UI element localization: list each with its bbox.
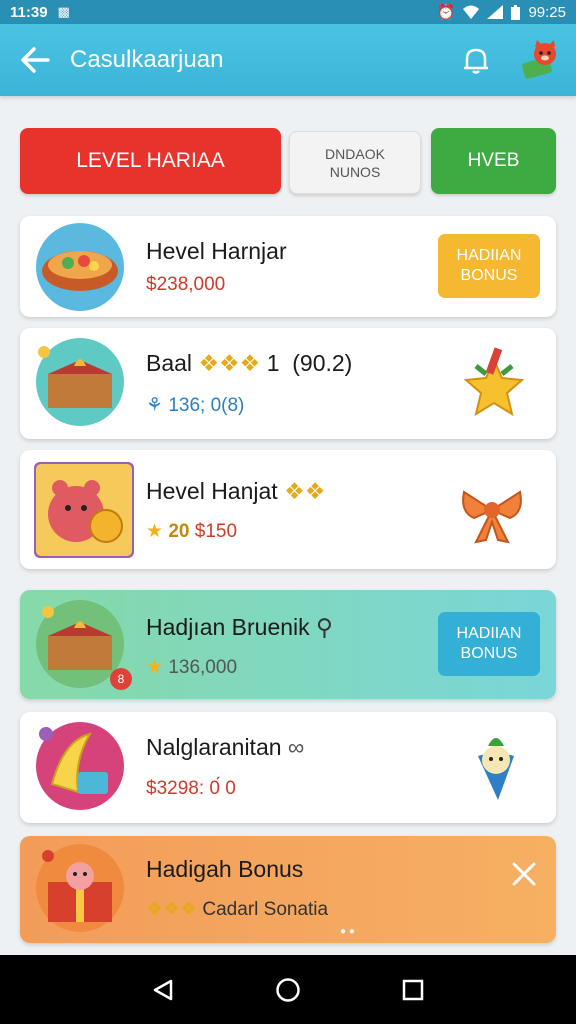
item-title-text: Hevel Hanjat [146,478,278,504]
food-basket-icon [36,223,124,311]
item-stats: ★ 136,000 [146,656,237,679]
gift-box-icon [36,844,124,932]
system-nav-bar [0,955,576,1024]
back-button[interactable] [0,24,70,96]
item-price: $150 [194,521,238,542]
level-badge: 8 [110,668,132,690]
gift-small-icon: ⚘ [146,395,164,416]
tab-hveb[interactable]: HVEB [431,128,556,194]
item-title-text: Nalglaranitan [146,734,282,760]
bell-icon [464,48,488,74]
page-title: Casulkaarjuan [70,46,224,73]
item-title-suffix: 1 (90.2) [266,350,353,376]
nav-back-button[interactable] [143,970,183,1010]
list-item[interactable]: Nalglaranitan ∞ $3298: 0́ 0 [20,712,556,823]
page-indicator: ● ● [340,926,355,937]
app-bar: Casulkaarjuan [0,24,576,96]
list-item-highlighted[interactable]: 8 Hadjıan Bruenik ⚲ ★ 136,000 HADIIAN BO… [20,590,556,699]
item-stats: ★ 20 $150 [146,520,237,543]
carrot-mascot-icon [478,738,514,800]
item-points-value: 136,000 [168,657,238,678]
badge-icon: ∞ [287,734,305,760]
item-title: Nalglaranitan ∞ [146,734,304,761]
nav-home-button[interactable] [268,970,308,1010]
item-title: Hadigah Bonus [146,856,304,882]
notification-button[interactable] [446,24,506,96]
list-item[interactable]: Hevel Harnjar $238,000 HADIIAN BONUS [20,216,556,317]
item-title: Hevel Hanjat ❖❖ [146,478,325,505]
gallery-icon: ▩ [57,4,70,19]
wifi-icon [463,5,480,19]
item-stars: 20 [168,521,190,542]
circle-home-icon [276,977,300,1002]
close-icon [512,862,536,886]
square-recents-icon [403,979,424,1000]
item-title-text: Baal [146,350,193,376]
item-title: Hevel Harnjar [146,238,287,264]
star-icon: ★ [146,521,164,542]
item-points-value: 136; 0(8) [168,395,245,416]
profile-button[interactable] [506,24,576,96]
status-icons: ⏰ 99:25 [436,3,566,22]
list-item[interactable]: Baal ❖❖❖ 1 (90.2) ⚘ 136; 0(8) [20,328,556,439]
bow-gift-icon [462,490,522,544]
item-points: ⚘ 136; 0(8) [146,394,244,417]
triangle-back-icon [153,979,172,1000]
status-clock: 99:25 [528,3,566,21]
list-item[interactable]: Hevel Hanjat ❖❖ ★ 20 $150 [20,450,556,569]
battery-icon [511,4,521,20]
item-title-text: Hadjıan Bruenik [146,614,310,640]
coins-icon: ❖❖❖ [198,350,261,376]
bonus-banner[interactable]: Hadigah Bonus ❖❖❖ Cadarl Sonatia [20,836,556,943]
search-icon: ⚲ [316,614,333,640]
tab-dndaok-nunos[interactable]: DNDAOK NUNOS [289,131,421,194]
item-title: Hadjıan Bruenik ⚲ [146,614,333,641]
close-button[interactable] [506,856,542,892]
signal-icon [487,5,504,19]
alarm-icon: ⏰ [436,4,456,21]
treasure-chest-icon [36,338,124,426]
nav-recents-button[interactable] [393,970,433,1010]
coins-icon: ❖❖ [284,478,326,504]
level-tabs: LEVEL HARIAA DNDAOK NUNOS HVEB [20,128,556,194]
item-title: Baal ❖❖❖ 1 (90.2) [146,350,352,377]
status-time: 11:39 [10,3,48,21]
bonus-button[interactable]: HADIIAN BONUS [438,234,540,298]
coins-icon: ❖❖❖ [146,899,198,920]
item-stats: ❖❖❖ Cadarl Sonatia [146,898,328,921]
banana-icon [36,722,124,810]
star-icon: ★ [146,657,164,678]
item-price: $3298: 0́ 0 [146,778,236,799]
star-trophy-icon [463,347,525,417]
item-price: $238,000 [146,274,226,295]
item-subtitle: Cadarl Sonatia [202,899,329,920]
fox-mascot-icon [522,40,556,79]
bonus-button[interactable]: HADIIAN BONUS [438,612,540,676]
tab-level-hariaa[interactable]: LEVEL HARIAA [20,128,281,194]
bear-mascot-icon [34,462,134,558]
status-bar: 11:39 ▩ ⏰ 99:25 [0,0,576,24]
arrow-left-icon [21,47,50,73]
